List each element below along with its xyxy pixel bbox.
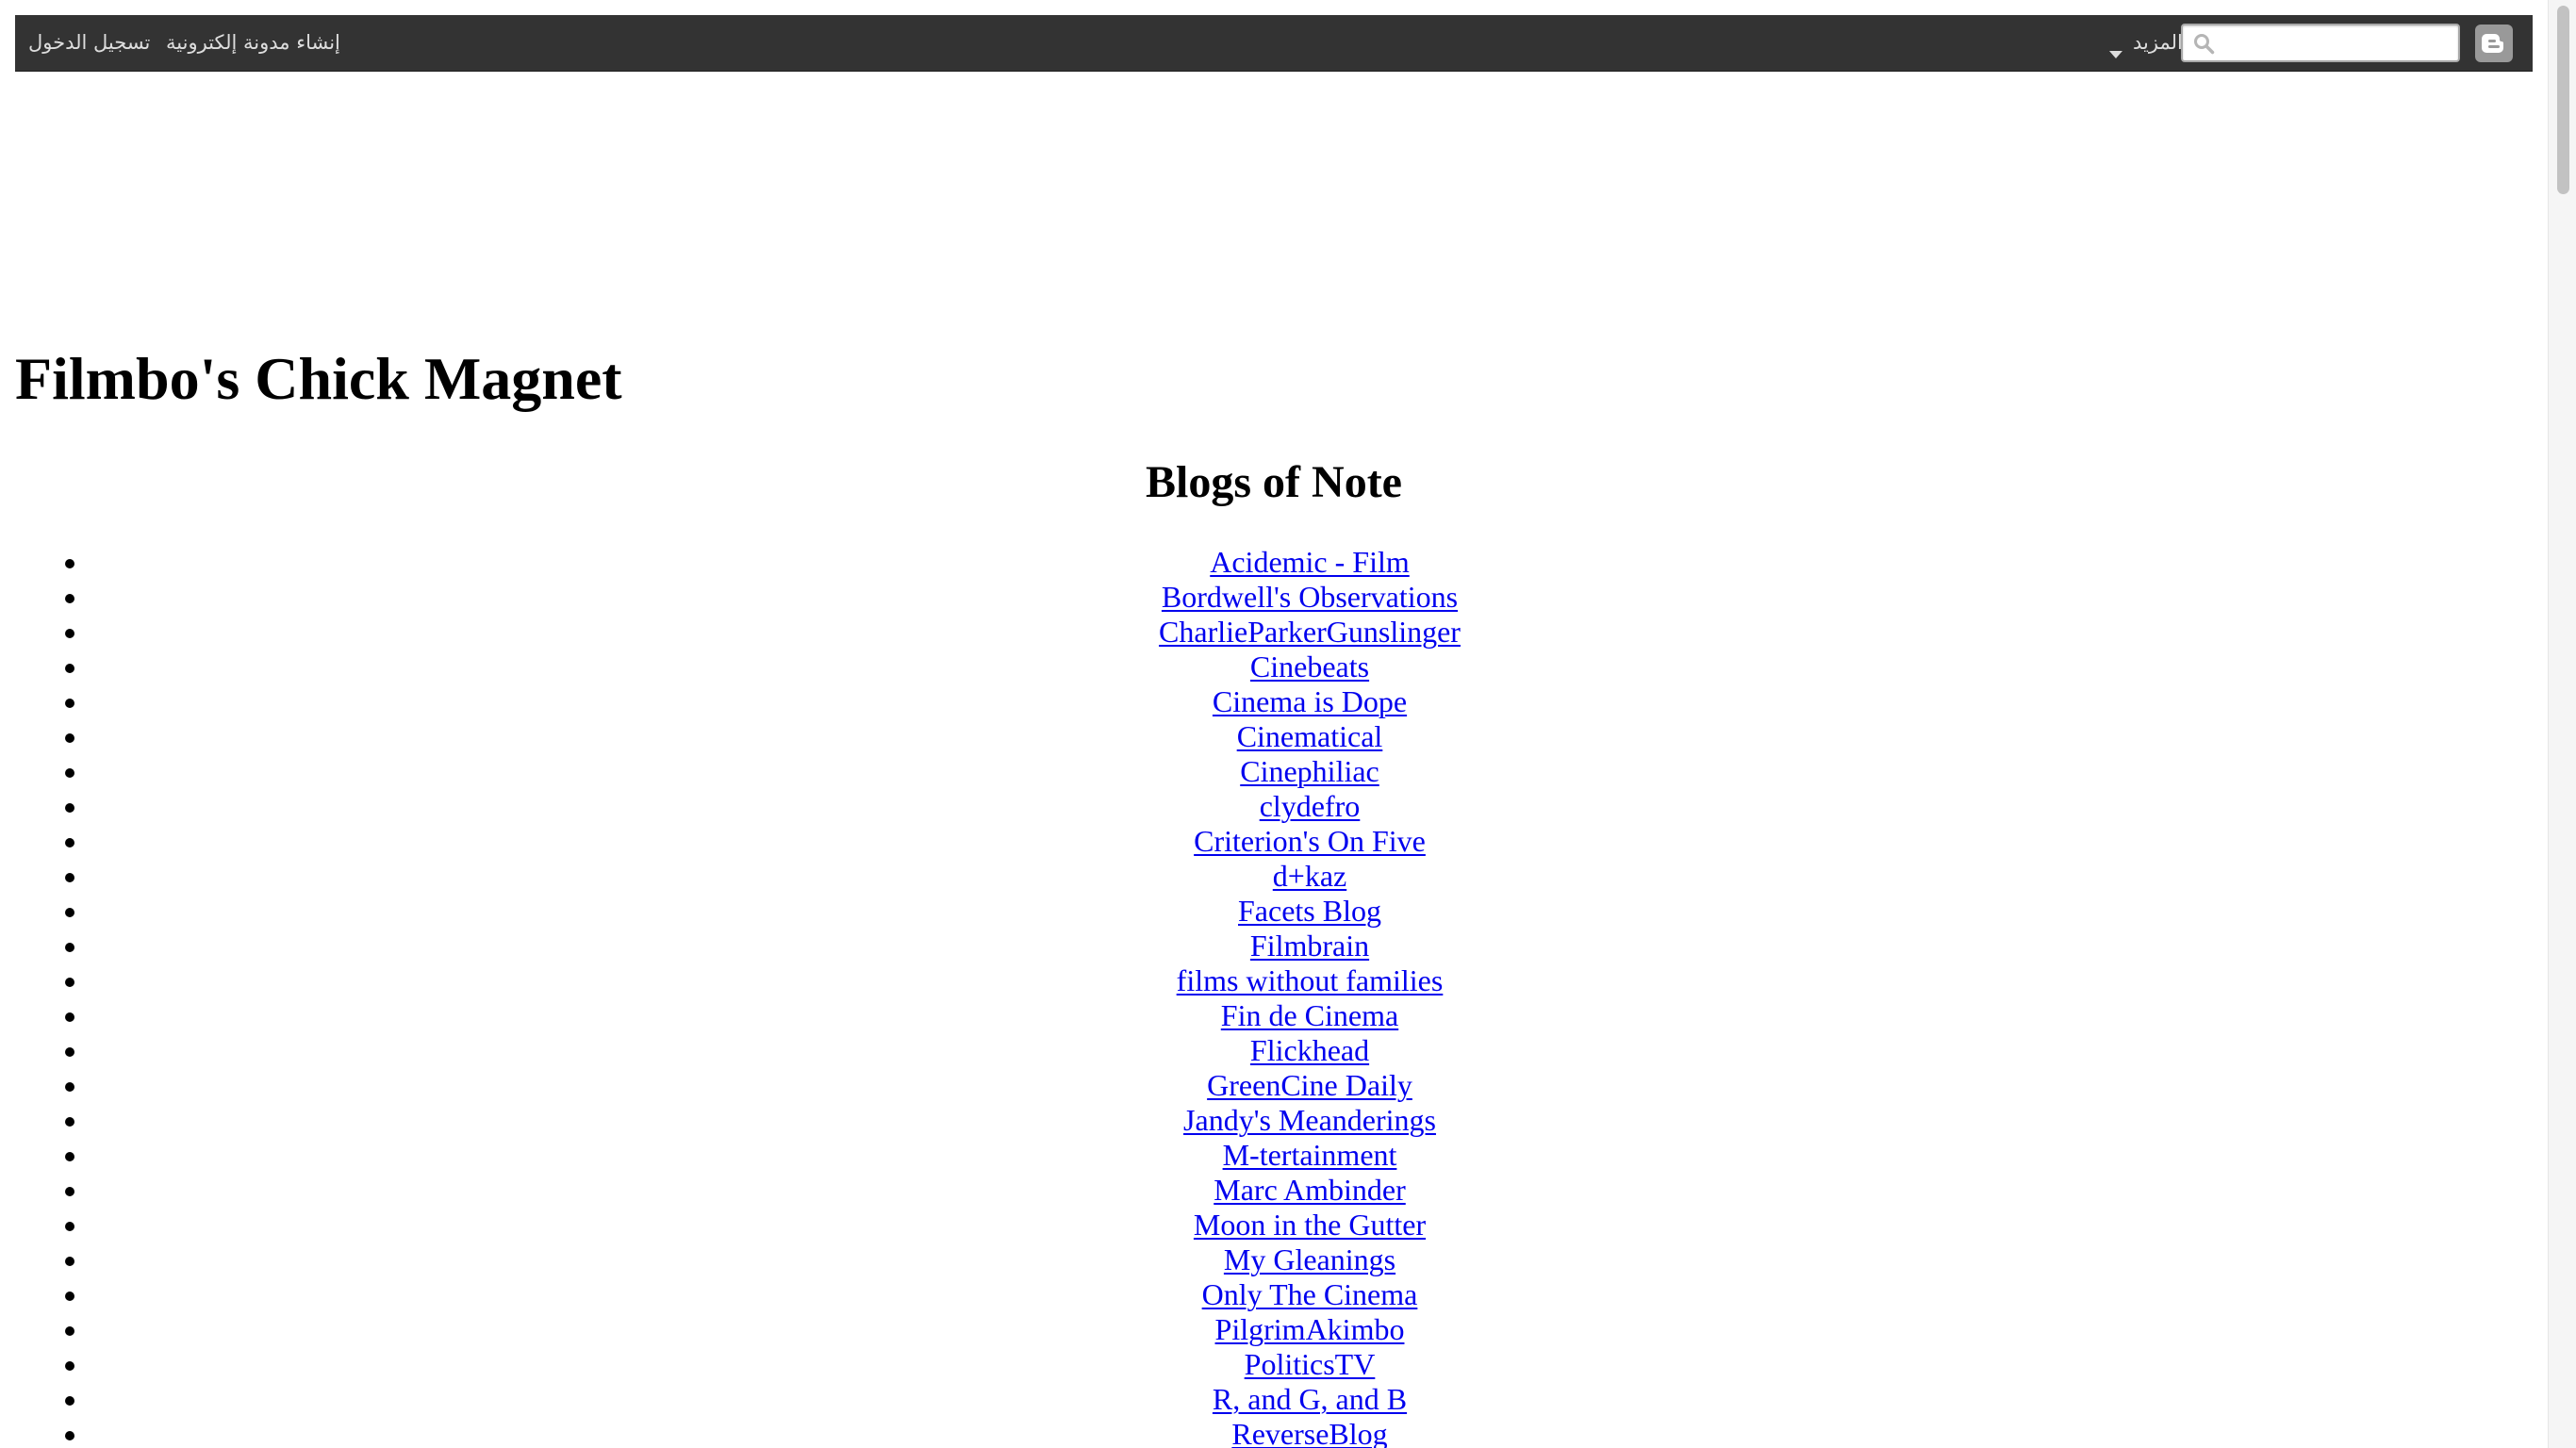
blogger-logo-button[interactable] [2475, 25, 2513, 62]
blog-link[interactable]: d+kaz [1273, 859, 1346, 893]
blog-link[interactable]: Cinebeats [1250, 650, 1369, 683]
chevron-down-icon [2109, 51, 2122, 58]
search-box[interactable] [2181, 24, 2460, 62]
blog-link[interactable]: Acidemic - Film [1210, 545, 1410, 579]
blog-link[interactable]: My Gleanings [1224, 1242, 1395, 1276]
blog-link[interactable]: Flickhead [1250, 1033, 1369, 1067]
list-item: Criterion's On Five [0, 824, 2548, 859]
list-item: PilgrimAkimbo [0, 1312, 2548, 1347]
blog-link[interactable]: Criterion's On Five [1194, 824, 1426, 858]
list-item: PoliticsTV [0, 1347, 2548, 1382]
blog-title: Filmbo's Chick Magnet [15, 345, 622, 412]
blogs-of-note-list: Acidemic - Film Bordwell's Observations … [0, 545, 2548, 1448]
blog-link[interactable]: Facets Blog [1238, 894, 1381, 928]
blog-link[interactable]: GreenCine Daily [1207, 1068, 1412, 1102]
sign-in-link[interactable]: تسجيل الدخول [28, 15, 150, 72]
blogger-navbar: تسجيل الدخول إنشاء مدونة إلكترونية المزي… [15, 15, 2533, 72]
blog-link[interactable]: PoliticsTV [1245, 1347, 1376, 1381]
scrollbar-thumb[interactable] [2557, 6, 2569, 194]
search-icon [2194, 34, 2215, 55]
list-item: Facets Blog [0, 894, 2548, 929]
list-item: M-tertainment [0, 1138, 2548, 1173]
list-item: Flickhead [0, 1033, 2548, 1068]
blog-link[interactable]: Fin de Cinema [1221, 998, 1398, 1032]
list-item: Cinebeats [0, 650, 2548, 684]
list-item: Only The Cinema [0, 1277, 2548, 1312]
blog-link[interactable]: Cinematical [1237, 719, 1383, 753]
list-item: d+kaz [0, 859, 2548, 894]
section-heading: Blogs of Note [1146, 457, 1402, 507]
list-item: films without families [0, 963, 2548, 998]
search-input[interactable] [2221, 28, 2456, 59]
blog-link[interactable]: clydefro [1260, 789, 1361, 823]
list-item: Filmbrain [0, 929, 2548, 963]
list-item: Marc Ambinder [0, 1173, 2548, 1208]
blog-link[interactable]: ReverseBlog [1231, 1417, 1387, 1448]
list-item: Fin de Cinema [0, 998, 2548, 1033]
create-blog-link[interactable]: إنشاء مدونة إلكترونية [166, 15, 340, 72]
list-item: R, and G, and B [0, 1382, 2548, 1417]
blog-link[interactable]: R, and G, and B [1213, 1382, 1407, 1416]
blogger-icon [2482, 34, 2503, 53]
list-item: My Gleanings [0, 1242, 2548, 1277]
blog-link[interactable]: Only The Cinema [1202, 1277, 1418, 1311]
list-item: Cinematical [0, 719, 2548, 754]
list-item: Moon in the Gutter [0, 1208, 2548, 1242]
list-item: GreenCine Daily [0, 1068, 2548, 1103]
list-item: Acidemic - Film [0, 545, 2548, 580]
blog-link[interactable]: PilgrimAkimbo [1215, 1312, 1405, 1346]
blog-link[interactable]: Moon in the Gutter [1194, 1208, 1426, 1242]
list-item: clydefro [0, 789, 2548, 824]
list-item: CharlieParkerGunslinger [0, 615, 2548, 650]
more-menu-button[interactable]: المزيد [2108, 15, 2183, 72]
vertical-scrollbar[interactable] [2548, 0, 2576, 1448]
list-item: Bordwell's Observations [0, 580, 2548, 615]
blog-link[interactable]: CharlieParkerGunslinger [1159, 615, 1461, 649]
list-item: Cinephiliac [0, 754, 2548, 789]
list-item: Cinema is Dope [0, 684, 2548, 719]
blog-link[interactable]: Marc Ambinder [1214, 1173, 1406, 1207]
blog-link[interactable]: Cinema is Dope [1213, 684, 1407, 718]
blog-link[interactable]: Bordwell's Observations [1162, 580, 1458, 614]
blog-link[interactable]: films without families [1177, 963, 1444, 997]
blog-link[interactable]: Cinephiliac [1240, 754, 1379, 788]
blog-link[interactable]: Filmbrain [1250, 929, 1369, 963]
list-item: Jandy's Meanderings [0, 1103, 2548, 1138]
blog-link[interactable]: M-tertainment [1223, 1138, 1397, 1172]
blog-link[interactable]: Jandy's Meanderings [1183, 1103, 1436, 1137]
list-item: ReverseBlog [0, 1417, 2548, 1448]
